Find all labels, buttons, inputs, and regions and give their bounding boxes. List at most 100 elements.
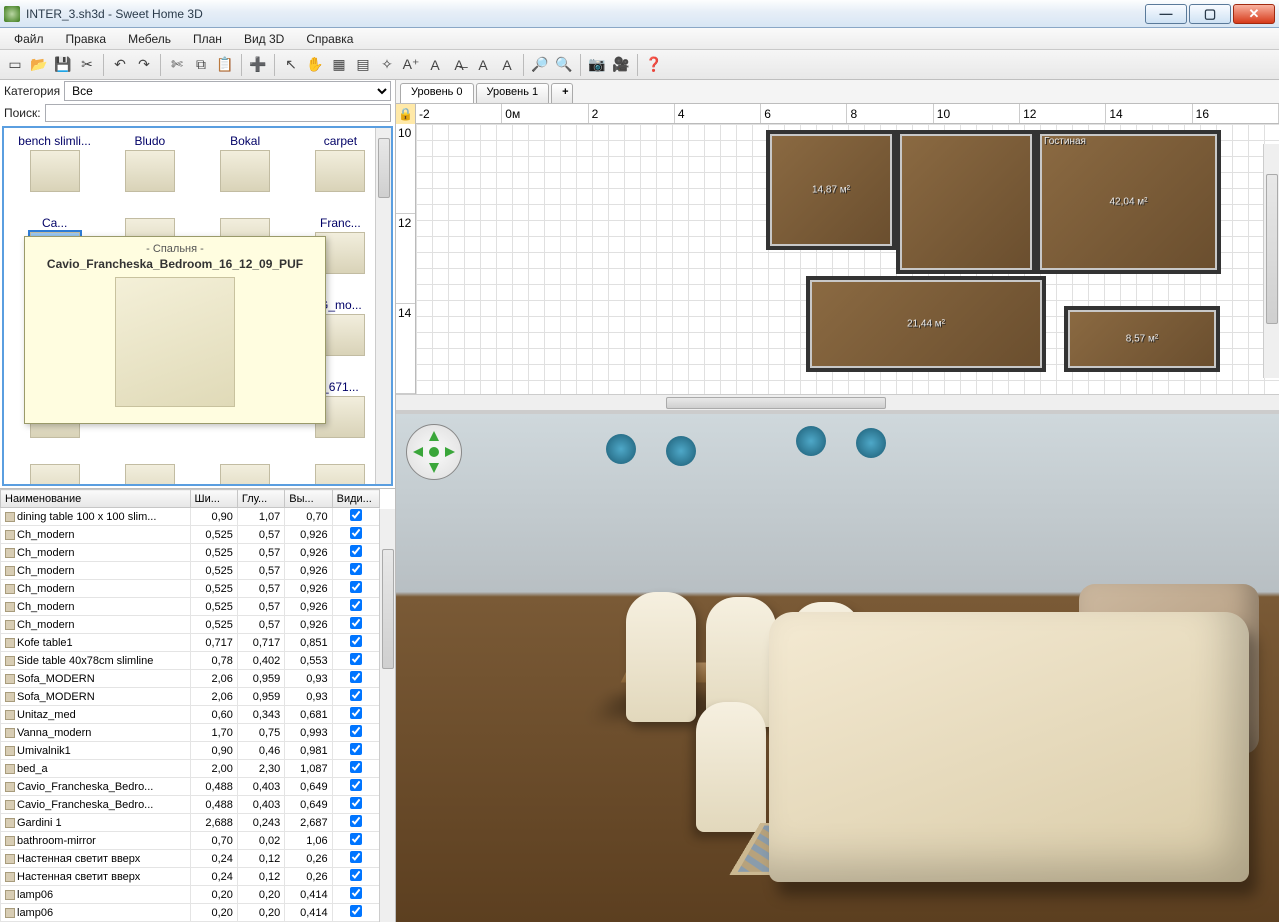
minimize-button[interactable]: — xyxy=(1145,4,1187,24)
catalog-item[interactable] xyxy=(294,460,387,484)
visible-checkbox[interactable] xyxy=(350,833,362,845)
visible-checkbox[interactable] xyxy=(350,725,362,737)
table-row[interactable]: Ch_modern0,5250,570,926 xyxy=(1,616,380,634)
zoom-in-icon[interactable]: 🔍 xyxy=(553,54,575,76)
level-tab[interactable]: Уровень 0 xyxy=(400,83,474,103)
visible-checkbox[interactable] xyxy=(350,869,362,881)
menu-План[interactable]: План xyxy=(183,30,232,48)
polyline-icon[interactable]: ✧ xyxy=(376,54,398,76)
visible-checkbox[interactable] xyxy=(350,707,362,719)
catalog-item[interactable]: Bludo xyxy=(103,132,196,212)
video-icon[interactable]: 🎥 xyxy=(610,54,632,76)
visible-checkbox[interactable] xyxy=(350,653,362,665)
table-row[interactable]: dining table 100 x 100 slim...0,901,070,… xyxy=(1,508,380,526)
photo-icon[interactable]: 📷 xyxy=(586,54,608,76)
table-row[interactable]: bed_a2,002,301,087 xyxy=(1,760,380,778)
label-icon[interactable]: A̶ xyxy=(448,54,470,76)
open-icon[interactable]: 📂 xyxy=(28,54,50,76)
category-select[interactable]: Все xyxy=(64,81,391,101)
room[interactable]: Гостиная42,04 м² xyxy=(1036,130,1221,274)
column-header[interactable]: Глу... xyxy=(237,490,284,508)
column-header[interactable]: Вы... xyxy=(285,490,332,508)
search-input[interactable] xyxy=(45,104,391,122)
menu-Справка[interactable]: Справка xyxy=(296,30,363,48)
maximize-button[interactable]: ▢ xyxy=(1189,4,1231,24)
visible-checkbox[interactable] xyxy=(350,797,362,809)
plan-view[interactable]: 🔒 -20м246810121416 101214 14,87 м²Гостин… xyxy=(396,104,1279,414)
text-icon[interactable]: A xyxy=(424,54,446,76)
visible-checkbox[interactable] xyxy=(350,689,362,701)
room[interactable]: 8,57 м² xyxy=(1064,306,1220,372)
undo-icon[interactable]: ↶ xyxy=(109,54,131,76)
visible-checkbox[interactable] xyxy=(350,815,362,827)
room[interactable]: 21,44 м² xyxy=(806,276,1046,372)
level-icon[interactable]: A xyxy=(496,54,518,76)
visible-checkbox[interactable] xyxy=(350,635,362,647)
table-row[interactable]: Cavio_Francheska_Bedro...0,4880,4030,649 xyxy=(1,778,380,796)
select-icon[interactable]: ↖ xyxy=(280,54,302,76)
column-header[interactable]: Наименование xyxy=(1,490,191,508)
column-header[interactable]: Ши... xyxy=(190,490,237,508)
add-furniture-icon[interactable]: ➕ xyxy=(247,54,269,76)
table-row[interactable]: Unitaz_med0,600,3430,681 xyxy=(1,706,380,724)
pan-icon[interactable]: ✋ xyxy=(304,54,326,76)
compass-icon[interactable]: A xyxy=(472,54,494,76)
catalog-item[interactable]: Bokal xyxy=(199,132,292,212)
column-header[interactable]: Види... xyxy=(332,490,379,508)
catalog-item[interactable] xyxy=(199,460,292,484)
menu-Правка[interactable]: Правка xyxy=(56,30,117,48)
table-row[interactable]: Vanna_modern1,700,750,993 xyxy=(1,724,380,742)
visible-checkbox[interactable] xyxy=(350,887,362,899)
visible-checkbox[interactable] xyxy=(350,527,362,539)
table-row[interactable]: Side table 40x78cm slimline0,780,4020,55… xyxy=(1,652,380,670)
catalog-item[interactable]: bench slimli... xyxy=(8,132,101,212)
3d-view[interactable] xyxy=(396,414,1279,922)
dimension-icon[interactable]: A⁺ xyxy=(400,54,422,76)
table-row[interactable]: Umivalnik10,900,460,981 xyxy=(1,742,380,760)
table-row[interactable]: bathroom-mirror0,700,021,06 xyxy=(1,832,380,850)
level-tab[interactable]: Уровень 1 xyxy=(476,83,550,103)
zoom-out-icon[interactable]: 🔎 xyxy=(529,54,551,76)
table-row[interactable]: lamp060,200,200,414 xyxy=(1,904,380,922)
table-row[interactable]: Ch_modern0,5250,570,926 xyxy=(1,526,380,544)
list-scrollbar[interactable] xyxy=(379,509,395,922)
catalog-item[interactable] xyxy=(103,460,196,484)
new-icon[interactable]: ▭ xyxy=(4,54,26,76)
table-row[interactable]: Sofa_MODERN2,060,9590,93 xyxy=(1,670,380,688)
visible-checkbox[interactable] xyxy=(350,563,362,575)
visible-checkbox[interactable] xyxy=(350,905,362,917)
redo-icon[interactable]: ↷ xyxy=(133,54,155,76)
table-row[interactable]: Ch_modern0,5250,570,926 xyxy=(1,580,380,598)
room[interactable] xyxy=(896,130,1036,274)
visible-checkbox[interactable] xyxy=(350,545,362,557)
catalog-item[interactable] xyxy=(8,460,101,484)
close-button[interactable]: ✕ xyxy=(1233,4,1275,24)
wall-icon[interactable]: ▦ xyxy=(328,54,350,76)
room-icon[interactable]: ▤ xyxy=(352,54,374,76)
table-row[interactable]: Ch_modern0,5250,570,926 xyxy=(1,598,380,616)
visible-checkbox[interactable] xyxy=(350,671,362,683)
table-row[interactable]: Ch_modern0,5250,570,926 xyxy=(1,544,380,562)
prefs-icon[interactable]: ✂ xyxy=(76,54,98,76)
add-level-button[interactable]: + xyxy=(551,83,573,103)
menu-Вид 3D[interactable]: Вид 3D xyxy=(234,30,294,48)
visible-checkbox[interactable] xyxy=(350,851,362,863)
table-row[interactable]: Ch_modern0,5250,570,926 xyxy=(1,562,380,580)
save-icon[interactable]: 💾 xyxy=(52,54,74,76)
visible-checkbox[interactable] xyxy=(350,599,362,611)
paste-icon[interactable]: 📋 xyxy=(214,54,236,76)
copy-icon[interactable]: ⧉ xyxy=(190,54,212,76)
visible-checkbox[interactable] xyxy=(350,617,362,629)
table-row[interactable]: Gardini 12,6880,2432,687 xyxy=(1,814,380,832)
table-row[interactable]: Настенная светит вверх0,240,120,26 xyxy=(1,868,380,886)
help-icon[interactable]: ❓ xyxy=(643,54,665,76)
table-row[interactable]: Настенная светит вверх0,240,120,26 xyxy=(1,850,380,868)
plan-canvas[interactable]: 14,87 м² Гостиная42,04 м²21,44 м² 8,57 м² xyxy=(416,124,1279,394)
visible-checkbox[interactable] xyxy=(350,509,362,521)
room[interactable]: 14,87 м² xyxy=(766,130,896,250)
cut-icon[interactable]: ✄ xyxy=(166,54,188,76)
menu-Мебель[interactable]: Мебель xyxy=(118,30,181,48)
catalog-scrollbar[interactable] xyxy=(375,128,391,484)
visible-checkbox[interactable] xyxy=(350,743,362,755)
table-row[interactable]: Cavio_Francheska_Bedro...0,4880,4030,649 xyxy=(1,796,380,814)
